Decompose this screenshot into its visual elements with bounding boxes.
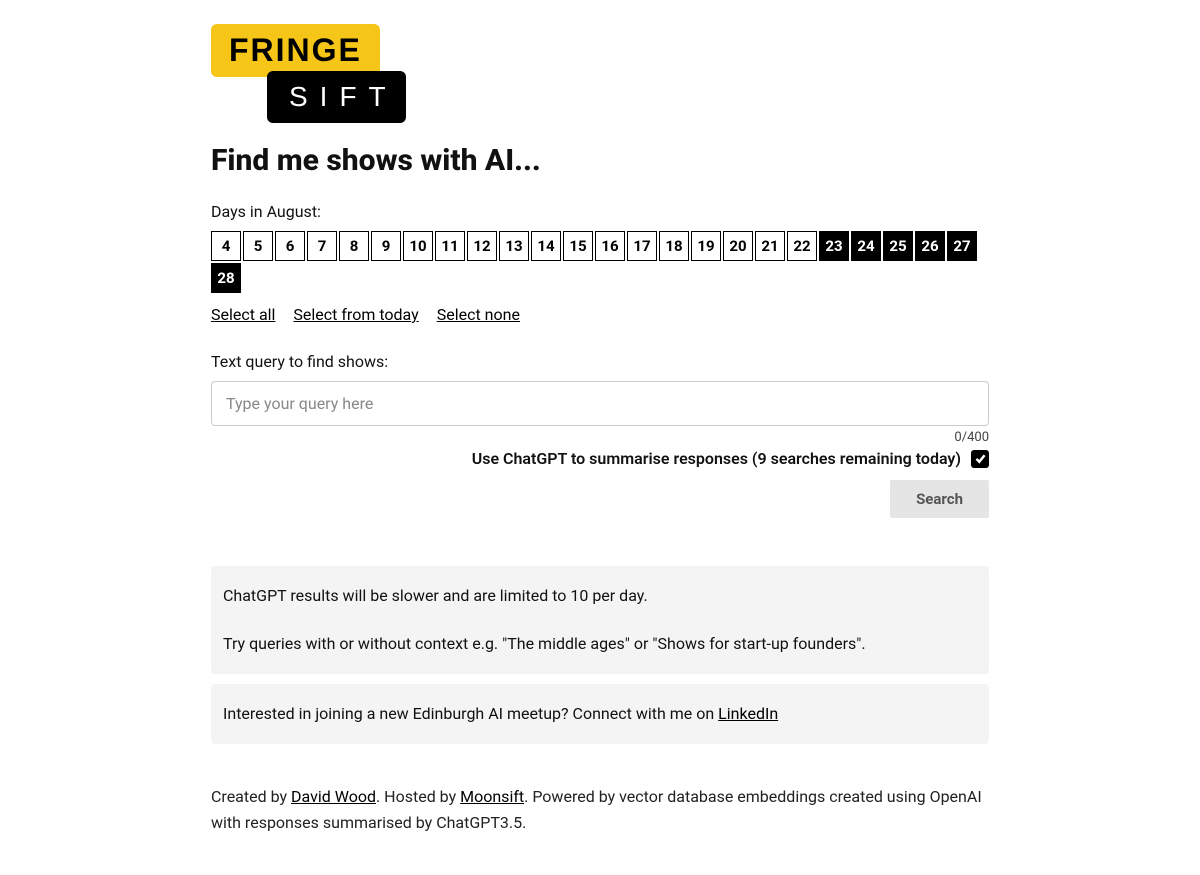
- day-8[interactable]: 8: [339, 231, 369, 261]
- day-4[interactable]: 4: [211, 231, 241, 261]
- info-box-meetup: Interested in joining a new Edinburgh AI…: [211, 684, 989, 744]
- select-all-link[interactable]: Select all: [211, 305, 275, 324]
- day-5[interactable]: 5: [243, 231, 273, 261]
- day-10[interactable]: 10: [403, 231, 433, 261]
- chatgpt-toggle-label: Use ChatGPT to summarise responses (9 se…: [472, 449, 961, 468]
- chatgpt-toggle-row: Use ChatGPT to summarise responses (9 se…: [211, 449, 989, 468]
- day-6[interactable]: 6: [275, 231, 305, 261]
- select-none-link[interactable]: Select none: [437, 305, 520, 324]
- select-from-today-link[interactable]: Select from today: [293, 305, 418, 324]
- logo: FRINGE SIFT: [211, 24, 406, 123]
- day-19[interactable]: 19: [691, 231, 721, 261]
- footer-text-1: Created by: [211, 787, 291, 806]
- day-15[interactable]: 15: [563, 231, 593, 261]
- days-row: 4567891011121314151617181920212223242526…: [211, 231, 989, 293]
- day-12[interactable]: 12: [467, 231, 497, 261]
- footer-text-2: . Hosted by: [376, 787, 460, 806]
- day-25[interactable]: 25: [883, 231, 913, 261]
- day-18[interactable]: 18: [659, 231, 689, 261]
- check-icon: [974, 452, 987, 465]
- day-28[interactable]: 28: [211, 263, 241, 293]
- day-11[interactable]: 11: [435, 231, 465, 261]
- logo-bottom: SIFT: [267, 71, 406, 123]
- linkedin-link[interactable]: LinkedIn: [718, 704, 778, 723]
- day-23[interactable]: 23: [819, 231, 849, 261]
- day-7[interactable]: 7: [307, 231, 337, 261]
- day-16[interactable]: 16: [595, 231, 625, 261]
- footer: Created by David Wood. Hosted by Moonsif…: [211, 784, 989, 835]
- info-box-tips: ChatGPT results will be slower and are l…: [211, 566, 989, 674]
- day-24[interactable]: 24: [851, 231, 881, 261]
- char-count: 0/400: [211, 430, 989, 445]
- info-line-2: Try queries with or without context e.g.…: [223, 632, 977, 656]
- logo-top: FRINGE: [211, 24, 380, 77]
- day-14[interactable]: 14: [531, 231, 561, 261]
- day-27[interactable]: 27: [947, 231, 977, 261]
- host-link[interactable]: Moonsift: [460, 787, 524, 806]
- query-label: Text query to find shows:: [211, 352, 989, 371]
- day-13[interactable]: 13: [499, 231, 529, 261]
- day-20[interactable]: 20: [723, 231, 753, 261]
- day-17[interactable]: 17: [627, 231, 657, 261]
- select-links: Select all Select from today Select none: [211, 305, 989, 324]
- day-22[interactable]: 22: [787, 231, 817, 261]
- page-title: Find me shows with AI...: [211, 143, 989, 178]
- meetup-text: Interested in joining a new Edinburgh AI…: [223, 704, 718, 723]
- info-line-1: ChatGPT results will be slower and are l…: [223, 584, 977, 608]
- day-21[interactable]: 21: [755, 231, 785, 261]
- author-link[interactable]: David Wood: [291, 787, 376, 806]
- day-26[interactable]: 26: [915, 231, 945, 261]
- days-label: Days in August:: [211, 202, 989, 221]
- day-9[interactable]: 9: [371, 231, 401, 261]
- query-input[interactable]: [211, 381, 989, 426]
- chatgpt-checkbox[interactable]: [971, 450, 989, 468]
- search-button[interactable]: Search: [890, 480, 989, 518]
